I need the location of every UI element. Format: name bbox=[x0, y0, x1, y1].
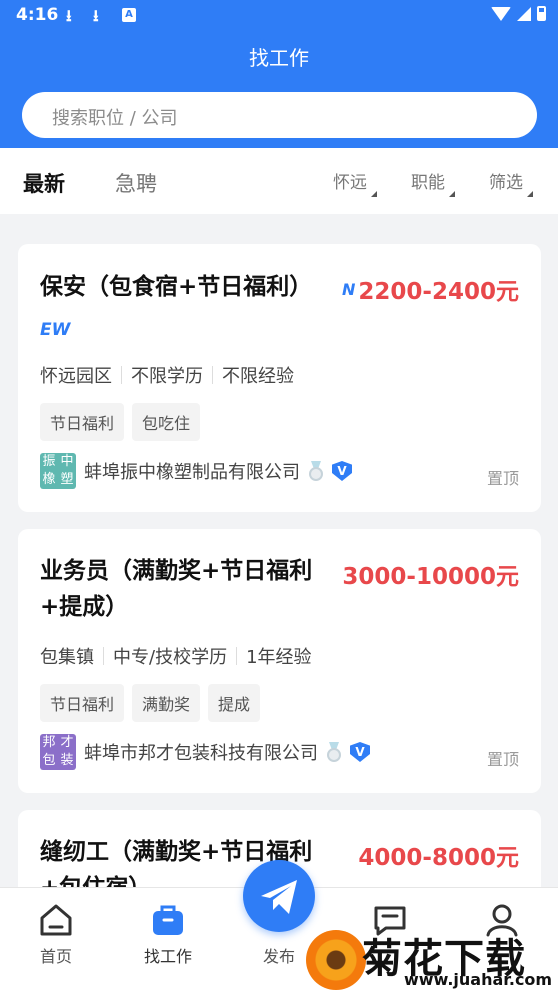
company-logo: 邦 才 包 装 bbox=[40, 734, 76, 770]
job-education: 中专/技校学历 bbox=[113, 647, 228, 668]
job-tag: 包吃住 bbox=[132, 403, 201, 441]
logo-char: 振 bbox=[42, 454, 56, 469]
filter-location-label: 怀远 bbox=[333, 173, 367, 193]
logo-char: 橡 bbox=[42, 472, 56, 487]
company-row[interactable]: 振 中 橡 塑 蚌埠振中橡塑制品有限公司 V bbox=[40, 453, 352, 489]
page-title: 找工作 bbox=[249, 46, 309, 70]
nav-find-job-label: 找工作 bbox=[143, 947, 192, 966]
download-icon: ⭳ bbox=[93, 6, 99, 25]
watermark-url: www.juahar.com bbox=[404, 970, 553, 989]
divider bbox=[236, 647, 238, 665]
job-education: 不限学历 bbox=[131, 366, 203, 387]
company-logo: 振 中 橡 塑 bbox=[40, 453, 76, 489]
job-card[interactable]: 保安（包食宿+节日福利） N 2200-2400元 EW 怀远园区 不限学历 不… bbox=[18, 244, 541, 512]
flower-logo-icon bbox=[306, 930, 366, 990]
pinned-label: 置顶 bbox=[486, 469, 519, 488]
job-title-line: 业务员（满勤奖+节日福利 bbox=[40, 558, 313, 584]
job-tag: 满勤奖 bbox=[132, 684, 201, 722]
dropdown-triangle-icon bbox=[371, 191, 377, 197]
job-meta: 包集镇 中专/技校学历 1年经验 bbox=[40, 643, 312, 669]
medal-icon bbox=[326, 742, 342, 762]
job-title: 保安（包食宿+节日福利） bbox=[40, 274, 313, 300]
tab-urgent[interactable]: 急聘 bbox=[115, 168, 157, 198]
search-placeholder: 搜索职位 / 公司 bbox=[52, 108, 178, 129]
watermark: 菊花下载网 www.juahar.com bbox=[300, 922, 558, 993]
job-tag: 节日福利 bbox=[40, 684, 125, 722]
job-location: 怀远园区 bbox=[40, 366, 112, 387]
nav-home-label: 首页 bbox=[39, 947, 72, 966]
tab-latest[interactable]: 最新 bbox=[23, 168, 65, 198]
notification-a-icon: A bbox=[122, 8, 136, 22]
logo-char: 中 bbox=[60, 454, 74, 469]
tab-bar: 最新 急聘 怀远 职能 筛选 bbox=[0, 148, 558, 214]
filter-function-label: 职能 bbox=[411, 173, 445, 193]
dropdown-triangle-icon bbox=[527, 191, 533, 197]
job-experience: 1年经验 bbox=[246, 647, 312, 668]
company-name: 蚌埠振中橡塑制品有限公司 bbox=[84, 462, 300, 483]
filter-more-label: 筛选 bbox=[489, 173, 523, 193]
verified-shield-icon: V bbox=[332, 461, 352, 481]
briefcase-icon bbox=[153, 905, 183, 935]
signal-icon bbox=[517, 6, 531, 21]
company-name: 蚌埠市邦才包装科技有限公司 bbox=[84, 743, 318, 764]
job-card[interactable]: 业务员（满勤奖+节日福利 +提成） 3000-10000元 包集镇 中专/技校学… bbox=[18, 529, 541, 793]
status-icons bbox=[491, 6, 546, 21]
job-tags: 节日福利 包吃住 bbox=[40, 403, 201, 441]
divider bbox=[212, 366, 213, 384]
logo-char: 才 bbox=[60, 735, 74, 750]
job-salary: 2200-2400元 bbox=[358, 279, 519, 305]
job-experience: 不限经验 bbox=[222, 366, 294, 387]
job-title: 业务员（满勤奖+节日福利 +提成） bbox=[40, 553, 312, 625]
dropdown-triangle-icon bbox=[449, 191, 455, 197]
status-bar: 4:16 ⭳ ⭳ A bbox=[0, 0, 558, 32]
ew-badge: EW bbox=[40, 320, 71, 340]
job-title-line: +提成） bbox=[40, 594, 129, 620]
logo-char: 包 bbox=[42, 753, 56, 768]
job-location: 包集镇 bbox=[40, 647, 94, 668]
company-row[interactable]: 邦 才 包 装 蚌埠市邦才包装科技有限公司 V bbox=[40, 734, 370, 770]
job-tags: 节日福利 满勤奖 提成 bbox=[40, 684, 261, 722]
pinned-label: 置顶 bbox=[486, 750, 519, 769]
home-icon bbox=[40, 904, 72, 936]
wifi-icon bbox=[491, 6, 511, 21]
header: 4:16 ⭳ ⭳ A 找工作 搜索职位 / 公司 bbox=[0, 0, 558, 148]
status-time: 4:16 bbox=[16, 5, 59, 25]
job-salary: 4000-8000元 bbox=[358, 845, 519, 871]
job-salary: 3000-10000元 bbox=[342, 564, 519, 590]
divider bbox=[121, 366, 122, 384]
verified-shield-icon: V bbox=[350, 742, 370, 762]
filter-function[interactable]: 职能 bbox=[411, 168, 455, 197]
logo-char: 塑 bbox=[60, 472, 74, 487]
divider bbox=[103, 647, 104, 665]
job-meta: 怀远园区 不限学历 不限经验 bbox=[40, 362, 294, 388]
logo-char: 装 bbox=[60, 753, 74, 768]
new-badge: N bbox=[342, 280, 356, 299]
job-tag: 提成 bbox=[208, 684, 261, 722]
job-tag: 节日福利 bbox=[40, 403, 125, 441]
filter-location[interactable]: 怀远 bbox=[333, 168, 377, 197]
filter-more[interactable]: 筛选 bbox=[489, 168, 533, 197]
medal-icon bbox=[308, 461, 324, 481]
battery-icon bbox=[537, 6, 546, 21]
search-input[interactable]: 搜索职位 / 公司 bbox=[22, 92, 537, 138]
download-icon: ⭳ bbox=[66, 6, 72, 25]
logo-char: 邦 bbox=[42, 735, 56, 750]
